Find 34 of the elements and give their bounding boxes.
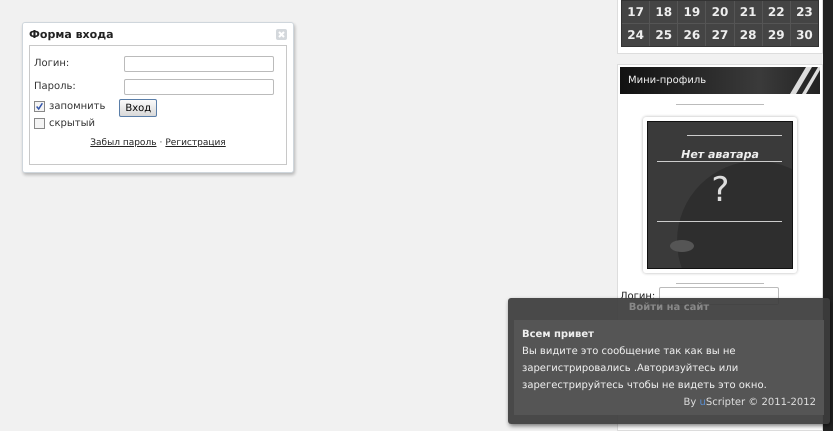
login-button[interactable]: Вход — [119, 99, 158, 117]
calendar-day[interactable]: 27 — [706, 24, 734, 46]
question-mark: ? — [708, 170, 732, 210]
checkbox-label: скрытый — [49, 118, 96, 129]
password-label: Пароль: — [34, 81, 77, 92]
checkbox[interactable] — [34, 118, 45, 129]
popup-message: Вы видите это сообщение так как вы не зарегистрировались .Авторизуйтесь или зарегестрируйтесь чтобы не видеть это окно. — [522, 345, 768, 393]
calendar-day[interactable]: 20 — [706, 1, 734, 23]
calendar-day[interactable]: 19 — [678, 1, 706, 23]
calendar-day[interactable]: 17 — [622, 1, 650, 23]
calendar-day[interactable]: 21 — [734, 1, 762, 23]
calendar-day[interactable]: 30 — [790, 24, 818, 46]
calendar-day[interactable]: 23 — [790, 1, 818, 23]
register-link[interactable]: Регистрация — [165, 138, 226, 148]
login-label: Логин: — [34, 58, 70, 69]
calendar-day[interactable]: 18 — [650, 1, 678, 23]
forgot-password-link[interactable]: Забыл пароль — [90, 138, 156, 148]
checkbox[interactable] — [34, 101, 45, 112]
credit-text: By uScripter © 2011-2012 — [682, 396, 816, 410]
popup-heading: Всем привет — [522, 328, 595, 342]
popup-title: Войти на сайт — [628, 302, 710, 315]
calendar-day[interactable]: 26 — [678, 24, 706, 46]
calendar-day[interactable]: 28 — [734, 24, 762, 46]
avatar-caption: Нет аватара — [680, 148, 760, 161]
calendar-day[interactable]: 29 — [762, 24, 790, 46]
password-field[interactable] — [124, 78, 274, 94]
panel-title: Форма входа — [29, 28, 114, 40]
checkbox-label: запомнить — [49, 101, 106, 112]
panel-title: Мини-профиль — [628, 75, 706, 86]
login-field[interactable] — [124, 56, 274, 72]
link-separator: · — [160, 138, 162, 148]
calendar-day[interactable]: 24 — [622, 24, 650, 46]
calendar-day[interactable]: 22 — [762, 1, 790, 23]
calendar-day[interactable]: 25 — [650, 24, 678, 46]
